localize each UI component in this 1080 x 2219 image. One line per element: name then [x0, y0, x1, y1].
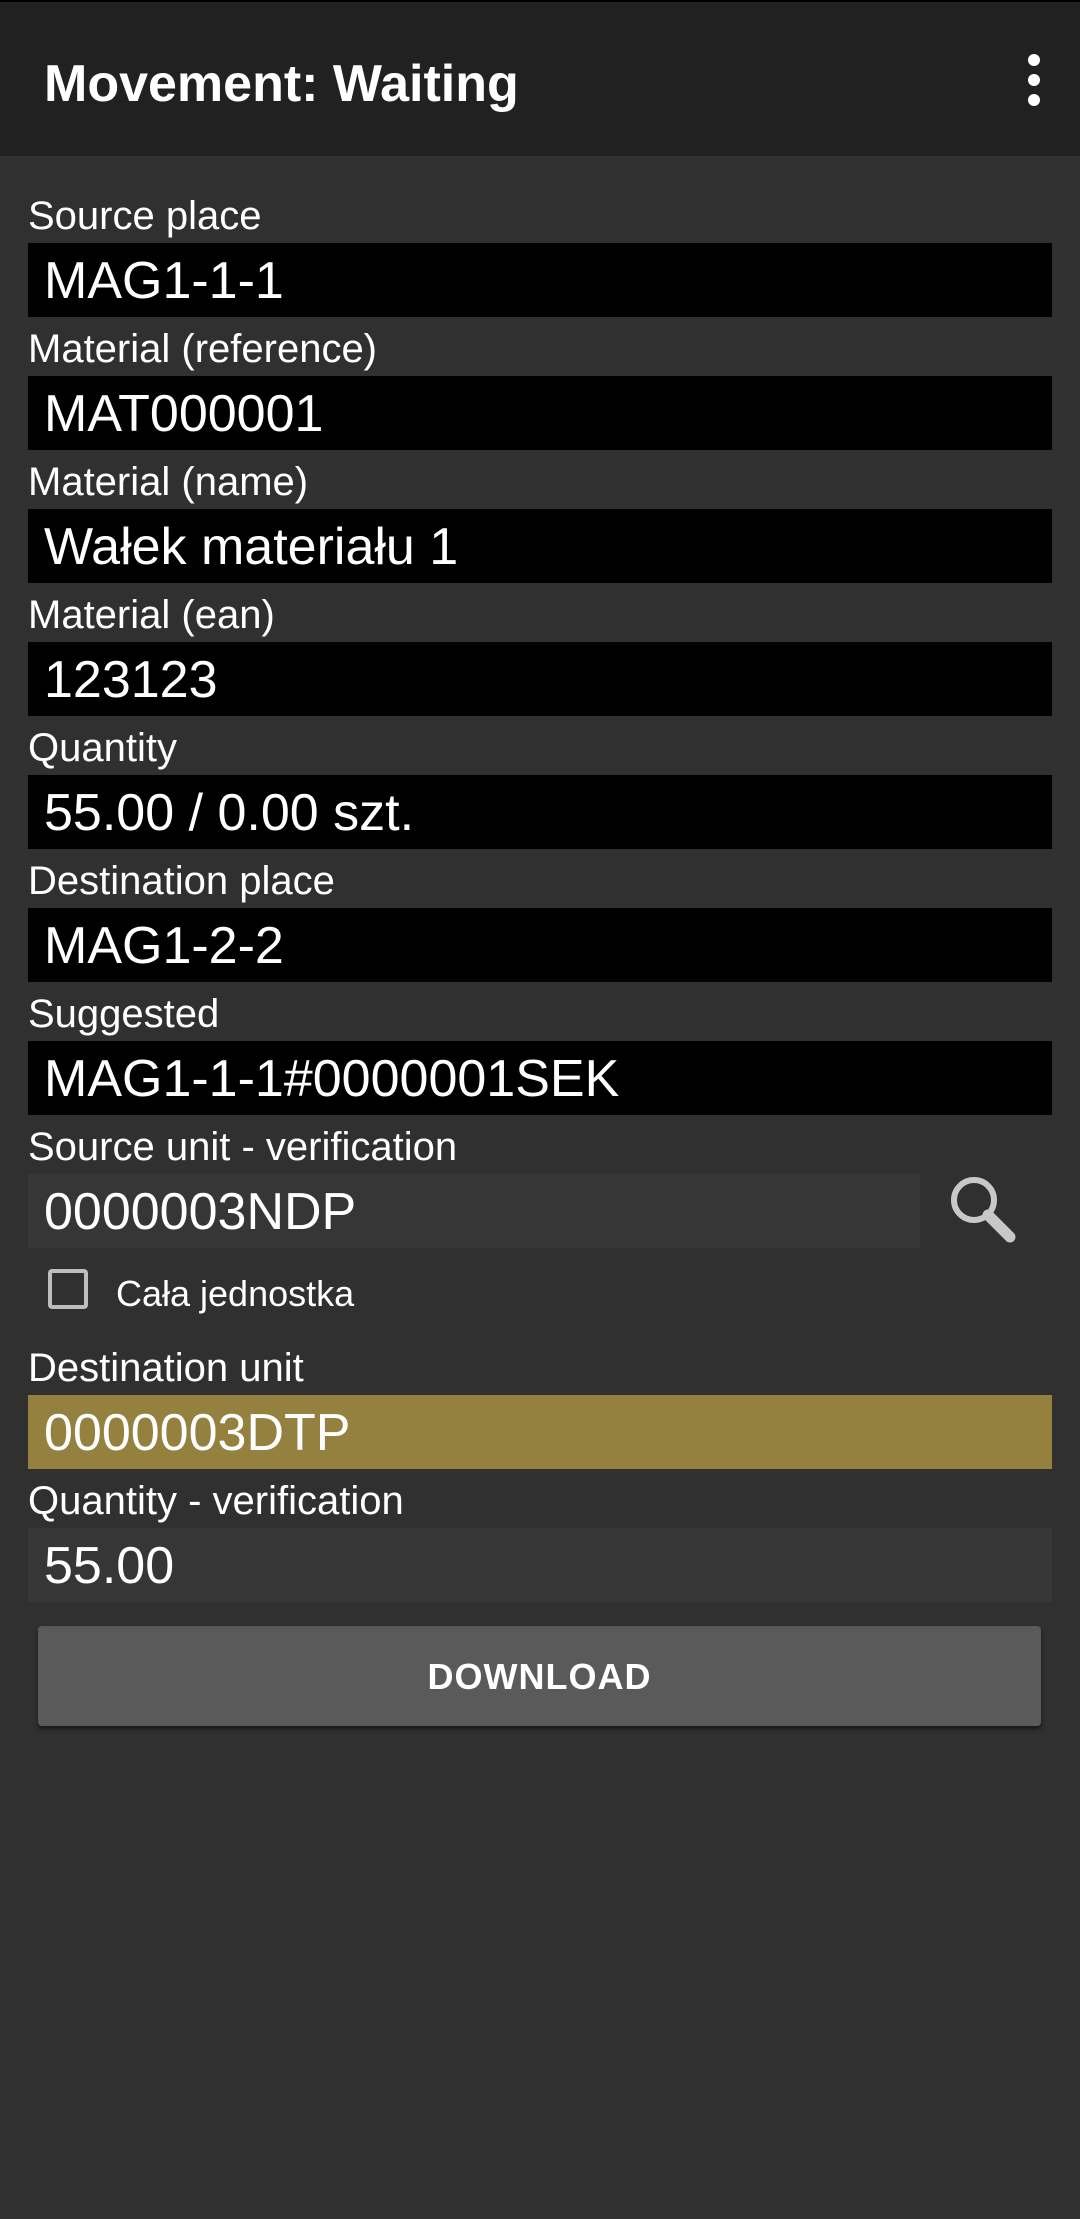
source-unit-verification-value: 0000003NDP: [44, 1183, 357, 1241]
suggested-field: MAG1-1-1#0000001SEK: [28, 1041, 1052, 1115]
quantity-verification-input[interactable]: 55.00: [28, 1528, 1052, 1602]
search-icon[interactable]: [942, 1170, 1022, 1250]
suggested-value: MAG1-1-1#0000001SEK: [44, 1050, 620, 1108]
destination-unit-label: Destination unit: [28, 1346, 304, 1390]
source-unit-verification-label: Source unit - verification: [28, 1125, 458, 1169]
quantity-verification-value: 55.00: [44, 1537, 175, 1595]
source-unit-verification-input[interactable]: 0000003NDP: [28, 1174, 920, 1248]
destination-place-field: MAG1-2-2: [28, 908, 1052, 982]
whole-unit-checkbox-label: Cała jednostka: [116, 1273, 355, 1314]
page-title: Movement: Waiting: [44, 55, 519, 113]
quantity-verification-label: Quantity - verification: [28, 1479, 404, 1523]
app-bar: Movement: Waiting: [0, 0, 1080, 156]
material-ean-field: 123123: [28, 642, 1052, 716]
source-place-label: Source place: [28, 194, 262, 238]
material-reference-label: Material (reference): [28, 327, 378, 371]
suggested-label: Suggested: [28, 992, 220, 1036]
destination-place-value: MAG1-2-2: [44, 917, 284, 975]
quantity-label: Quantity: [28, 726, 177, 770]
quantity-field: 55.00 / 0.00 szt.: [28, 775, 1052, 849]
material-ean-value: 123123: [44, 651, 218, 709]
destination-unit-value: 0000003DTP: [44, 1404, 351, 1462]
download-button-label: DOWNLOAD: [427, 1656, 652, 1697]
material-name-value: Wałek materiału 1: [44, 518, 459, 576]
material-reference-value: MAT000001: [44, 385, 324, 443]
material-name-label: Material (name): [28, 460, 309, 504]
quantity-value: 55.00 / 0.00 szt.: [44, 784, 415, 842]
source-place-field: MAG1-1-1: [28, 243, 1052, 317]
source-place-value: MAG1-1-1: [44, 252, 284, 310]
whole-unit-checkbox-row[interactable]: Cała jednostka: [46, 1265, 446, 1321]
more-vert-icon[interactable]: [1002, 38, 1066, 122]
material-name-field: Wałek materiału 1: [28, 509, 1052, 583]
material-ean-label: Material (ean): [28, 593, 275, 637]
destination-place-label: Destination place: [28, 859, 335, 903]
destination-unit-input[interactable]: 0000003DTP: [28, 1395, 1052, 1469]
whole-unit-checkbox[interactable]: [48, 1269, 88, 1309]
material-reference-field: MAT000001: [28, 376, 1052, 450]
download-button[interactable]: DOWNLOAD: [38, 1626, 1041, 1726]
